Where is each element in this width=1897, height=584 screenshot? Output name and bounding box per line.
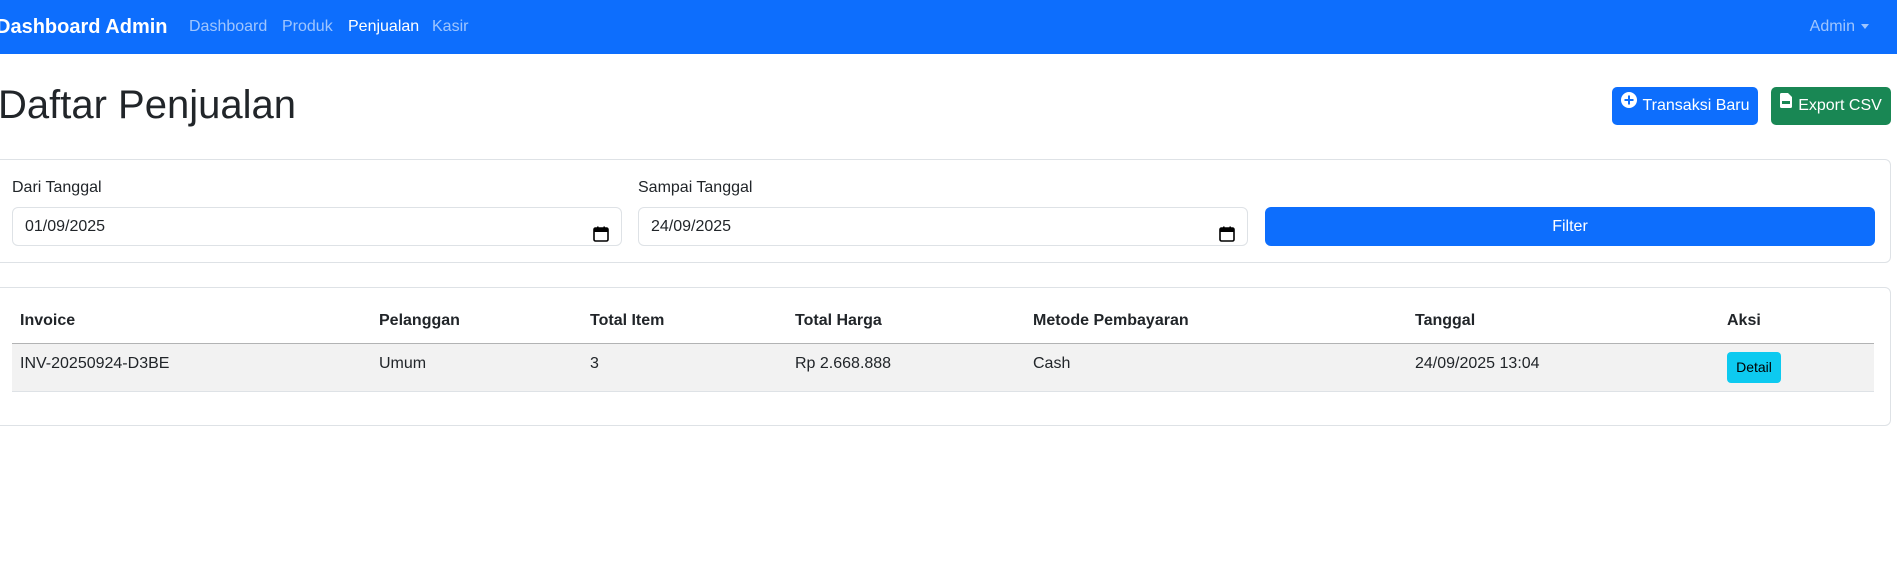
from-date-value: 01/09/2025 bbox=[25, 218, 106, 235]
navbar-brand[interactable]: Dashboard Admin bbox=[0, 0, 168, 54]
top-navbar: Dashboard Admin Dashboard Produk Penjual… bbox=[0, 0, 1897, 54]
column-header-date: Tanggal bbox=[1415, 312, 1476, 329]
page-title: Daftar Penjualan bbox=[0, 83, 296, 127]
nav-link-kasir[interactable]: Kasir bbox=[432, 0, 468, 54]
plus-circle-icon bbox=[1620, 85, 1637, 123]
nav-link-penjualan[interactable]: Penjualan bbox=[348, 0, 419, 54]
new-transaction-button[interactable]: Transaksi Baru bbox=[1612, 87, 1758, 125]
column-header-action: Aksi bbox=[1727, 312, 1761, 329]
column-header-invoice: Invoice bbox=[20, 312, 76, 329]
calendar-icon[interactable] bbox=[1219, 219, 1235, 242]
csv-file-icon bbox=[1780, 85, 1793, 123]
caret-down-icon bbox=[1861, 24, 1869, 30]
cell-payment-method: Cash bbox=[1033, 355, 1071, 372]
to-date-input[interactable]: 24/09/2025 bbox=[638, 207, 1248, 246]
new-transaction-label: Transaksi Baru bbox=[1642, 97, 1750, 115]
cell-total-item: 3 bbox=[590, 355, 599, 372]
column-header-total-item: Total Item bbox=[590, 312, 665, 329]
detail-button[interactable]: Detail bbox=[1727, 352, 1781, 383]
cell-customer: Umum bbox=[379, 355, 427, 372]
user-menu-label: Admin bbox=[1809, 18, 1855, 35]
nav-link-produk[interactable]: Produk bbox=[282, 0, 333, 54]
to-date-value: 24/09/2025 bbox=[651, 218, 732, 235]
to-date-label: Sampai Tanggal bbox=[638, 179, 753, 196]
export-csv-label: Export CSV bbox=[1798, 97, 1882, 115]
cell-date: 24/09/2025 13:04 bbox=[1415, 355, 1540, 372]
table-row bbox=[12, 344, 1874, 392]
cell-invoice: INV-20250924-D3BE bbox=[20, 355, 170, 372]
column-header-customer: Pelanggan bbox=[379, 312, 460, 329]
column-header-total-price: Total Harga bbox=[795, 312, 882, 329]
cell-total-price: Rp 2.668.888 bbox=[795, 355, 892, 372]
from-date-label: Dari Tanggal bbox=[12, 179, 102, 196]
filter-button[interactable]: Filter bbox=[1265, 207, 1875, 246]
export-csv-button[interactable]: Export CSV bbox=[1771, 87, 1891, 125]
from-date-input[interactable]: 01/09/2025 bbox=[12, 207, 622, 246]
user-menu-dropdown[interactable]: Admin bbox=[1810, 0, 1869, 54]
nav-link-dashboard[interactable]: Dashboard bbox=[189, 0, 267, 54]
calendar-icon[interactable] bbox=[593, 219, 609, 242]
column-header-payment-method: Metode Pembayaran bbox=[1033, 312, 1189, 329]
